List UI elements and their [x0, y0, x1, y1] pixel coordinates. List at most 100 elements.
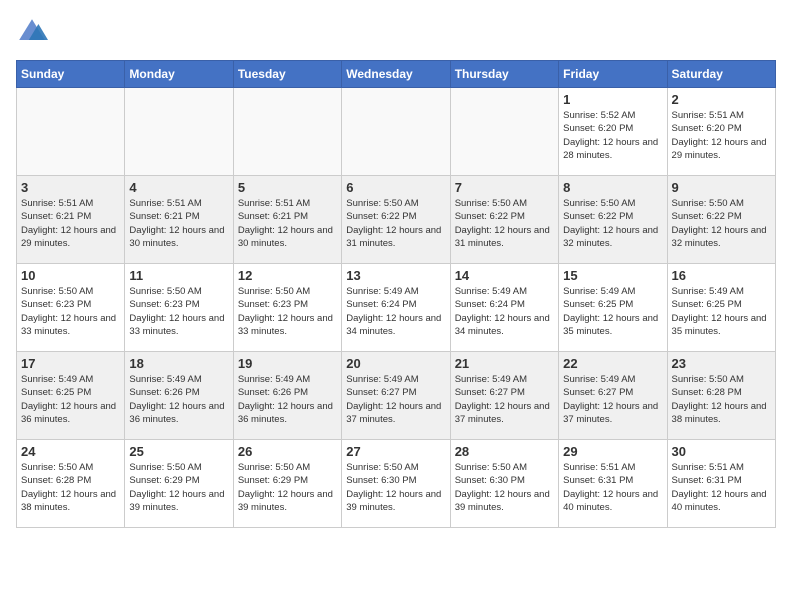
day-number: 22: [563, 356, 662, 371]
day-number: 13: [346, 268, 445, 283]
calendar-cell: 14 Sunrise: 5:49 AMSunset: 6:24 PMDayligh…: [450, 264, 558, 352]
day-number: 17: [21, 356, 120, 371]
day-number: 11: [129, 268, 228, 283]
calendar-week-row: 3 Sunrise: 5:51 AMSunset: 6:21 PMDaylight…: [17, 176, 776, 264]
day-number: 3: [21, 180, 120, 195]
day-info: Sunrise: 5:50 AMSunset: 6:28 PMDaylight:…: [21, 461, 120, 514]
calendar-cell: 13 Sunrise: 5:49 AMSunset: 6:24 PMDayligh…: [342, 264, 450, 352]
calendar-cell: 3 Sunrise: 5:51 AMSunset: 6:21 PMDaylight…: [17, 176, 125, 264]
day-number: 16: [672, 268, 771, 283]
calendar-cell: 28 Sunrise: 5:50 AMSunset: 6:30 PMDayligh…: [450, 440, 558, 528]
logo: [16, 16, 52, 48]
calendar-cell: 23Sunrise: 5:50 AMSunset: 6:28 PMDayligh…: [667, 352, 775, 440]
calendar-cell: 2Sunrise: 5:51 AMSunset: 6:20 PMDaylight…: [667, 88, 775, 176]
day-number: 8: [563, 180, 662, 195]
day-number: 14: [455, 268, 554, 283]
day-number: 4: [129, 180, 228, 195]
day-number: 6: [346, 180, 445, 195]
calendar-cell: [342, 88, 450, 176]
header: [16, 16, 776, 48]
calendar-week-row: 17 Sunrise: 5:49 AMSunset: 6:25 PMDayligh…: [17, 352, 776, 440]
day-number: 1: [563, 92, 662, 107]
day-info: Sunrise: 5:50 AMSunset: 6:22 PMDaylight:…: [346, 197, 445, 250]
calendar-week-row: 10 Sunrise: 5:50 AMSunset: 6:23 PMDayligh…: [17, 264, 776, 352]
day-info: Sunrise: 5:50 AMSunset: 6:23 PMDaylight:…: [21, 285, 120, 338]
calendar-cell: [17, 88, 125, 176]
day-info: Sunrise: 5:49 AMSunset: 6:27 PMDaylight:…: [563, 373, 662, 426]
day-info: Sunrise: 5:49 AMSunset: 6:24 PMDaylight:…: [346, 285, 445, 338]
day-info: Sunrise: 5:49 AMSunset: 6:25 PMDaylight:…: [21, 373, 120, 426]
calendar-week-row: 24 Sunrise: 5:50 AMSunset: 6:28 PMDayligh…: [17, 440, 776, 528]
day-number: 10: [21, 268, 120, 283]
day-number: 28: [455, 444, 554, 459]
day-info: Sunrise: 5:51 AMSunset: 6:21 PMDaylight:…: [129, 197, 228, 250]
calendar-cell: 29Sunrise: 5:51 AMSunset: 6:31 PMDayligh…: [559, 440, 667, 528]
day-info: Sunrise: 5:52 AMSunset: 6:20 PMDaylight:…: [563, 109, 662, 162]
calendar-cell: [233, 88, 341, 176]
calendar-cell: 1 Sunrise: 5:52 AMSunset: 6:20 PMDaylight…: [559, 88, 667, 176]
day-info: Sunrise: 5:49 AMSunset: 6:25 PMDaylight:…: [563, 285, 662, 338]
calendar-cell: 10 Sunrise: 5:50 AMSunset: 6:23 PMDayligh…: [17, 264, 125, 352]
day-info: Sunrise: 5:51 AMSunset: 6:21 PMDaylight:…: [238, 197, 337, 250]
day-number: 26: [238, 444, 337, 459]
calendar-cell: 5Sunrise: 5:51 AMSunset: 6:21 PMDaylight…: [233, 176, 341, 264]
calendar-cell: 9Sunrise: 5:50 AMSunset: 6:22 PMDaylight…: [667, 176, 775, 264]
calendar-cell: 19 Sunrise: 5:49 AMSunset: 6:26 PMDayligh…: [233, 352, 341, 440]
day-info: Sunrise: 5:49 AMSunset: 6:24 PMDaylight:…: [455, 285, 554, 338]
day-info: Sunrise: 5:50 AMSunset: 6:29 PMDaylight:…: [129, 461, 228, 514]
day-info: Sunrise: 5:49 AMSunset: 6:27 PMDaylight:…: [346, 373, 445, 426]
weekday-header-cell: Tuesday: [233, 61, 341, 88]
weekday-header-cell: Saturday: [667, 61, 775, 88]
calendar-cell: 6 Sunrise: 5:50 AMSunset: 6:22 PMDaylight…: [342, 176, 450, 264]
day-number: 20: [346, 356, 445, 371]
day-info: Sunrise: 5:51 AMSunset: 6:21 PMDaylight:…: [21, 197, 120, 250]
calendar-cell: 11 Sunrise: 5:50 AMSunset: 6:23 PMDayligh…: [125, 264, 233, 352]
day-info: Sunrise: 5:50 AMSunset: 6:23 PMDaylight:…: [129, 285, 228, 338]
day-info: Sunrise: 5:50 AMSunset: 6:28 PMDaylight:…: [672, 373, 771, 426]
weekday-header-cell: Monday: [125, 61, 233, 88]
day-info: Sunrise: 5:49 AMSunset: 6:26 PMDaylight:…: [238, 373, 337, 426]
day-info: Sunrise: 5:50 AMSunset: 6:30 PMDaylight:…: [346, 461, 445, 514]
calendar-cell: 30 Sunrise: 5:51 AMSunset: 6:31 PMDayligh…: [667, 440, 775, 528]
day-number: 12: [238, 268, 337, 283]
day-info: Sunrise: 5:51 AMSunset: 6:31 PMDaylight:…: [672, 461, 771, 514]
day-info: Sunrise: 5:49 AMSunset: 6:25 PMDaylight:…: [672, 285, 771, 338]
calendar-cell: 24 Sunrise: 5:50 AMSunset: 6:28 PMDayligh…: [17, 440, 125, 528]
calendar-cell: 16 Sunrise: 5:49 AMSunset: 6:25 PMDayligh…: [667, 264, 775, 352]
day-number: 27: [346, 444, 445, 459]
calendar-cell: 7 Sunrise: 5:50 AMSunset: 6:22 PMDaylight…: [450, 176, 558, 264]
day-number: 15: [563, 268, 662, 283]
calendar-cell: 22 Sunrise: 5:49 AMSunset: 6:27 PMDayligh…: [559, 352, 667, 440]
weekday-header: SundayMondayTuesdayWednesdayThursdayFrid…: [17, 61, 776, 88]
day-number: 24: [21, 444, 120, 459]
day-info: Sunrise: 5:50 AMSunset: 6:23 PMDaylight:…: [238, 285, 337, 338]
calendar-cell: 25 Sunrise: 5:50 AMSunset: 6:29 PMDayligh…: [125, 440, 233, 528]
day-info: Sunrise: 5:50 AMSunset: 6:30 PMDaylight:…: [455, 461, 554, 514]
weekday-header-cell: Sunday: [17, 61, 125, 88]
day-number: 30: [672, 444, 771, 459]
day-number: 25: [129, 444, 228, 459]
day-info: Sunrise: 5:50 AMSunset: 6:29 PMDaylight:…: [238, 461, 337, 514]
calendar-cell: 4 Sunrise: 5:51 AMSunset: 6:21 PMDaylight…: [125, 176, 233, 264]
day-info: Sunrise: 5:49 AMSunset: 6:26 PMDaylight:…: [129, 373, 228, 426]
day-info: Sunrise: 5:49 AMSunset: 6:27 PMDaylight:…: [455, 373, 554, 426]
calendar-cell: 26 Sunrise: 5:50 AMSunset: 6:29 PMDayligh…: [233, 440, 341, 528]
day-number: 7: [455, 180, 554, 195]
calendar-cell: 20 Sunrise: 5:49 AMSunset: 6:27 PMDayligh…: [342, 352, 450, 440]
calendar-cell: [450, 88, 558, 176]
calendar-cell: 21Sunrise: 5:49 AMSunset: 6:27 PMDayligh…: [450, 352, 558, 440]
day-info: Sunrise: 5:50 AMSunset: 6:22 PMDaylight:…: [563, 197, 662, 250]
day-number: 18: [129, 356, 228, 371]
logo-icon: [16, 16, 48, 48]
weekday-header-cell: Thursday: [450, 61, 558, 88]
day-number: 9: [672, 180, 771, 195]
day-info: Sunrise: 5:50 AMSunset: 6:22 PMDaylight:…: [455, 197, 554, 250]
calendar-cell: 17 Sunrise: 5:49 AMSunset: 6:25 PMDayligh…: [17, 352, 125, 440]
calendar-cell: 8 Sunrise: 5:50 AMSunset: 6:22 PMDaylight…: [559, 176, 667, 264]
day-info: Sunrise: 5:51 AMSunset: 6:20 PMDaylight:…: [672, 109, 771, 162]
day-number: 19: [238, 356, 337, 371]
calendar-week-row: 1 Sunrise: 5:52 AMSunset: 6:20 PMDaylight…: [17, 88, 776, 176]
calendar-cell: [125, 88, 233, 176]
calendar-cell: 12 Sunrise: 5:50 AMSunset: 6:23 PMDayligh…: [233, 264, 341, 352]
weekday-header-cell: Wednesday: [342, 61, 450, 88]
